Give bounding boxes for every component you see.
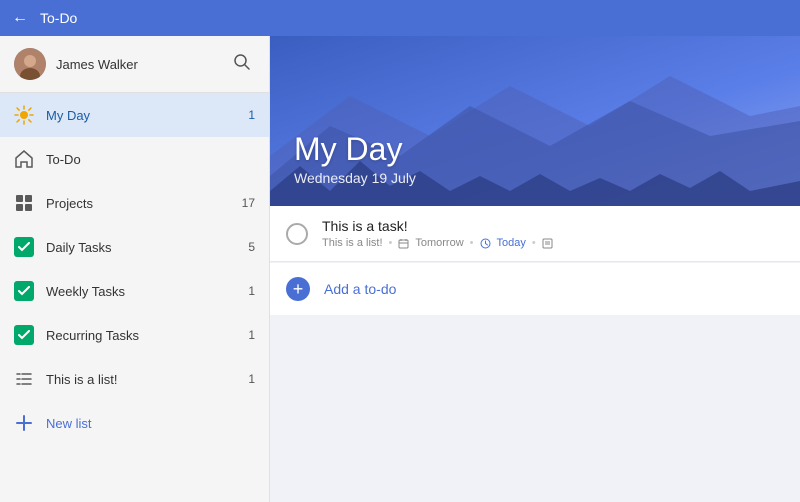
grid-icon: [14, 193, 34, 213]
main-layout: James Walker: [0, 36, 800, 502]
weekly-tasks-icon: [14, 281, 34, 301]
my-day-badge: 1: [237, 108, 255, 122]
sidebar-user: James Walker: [14, 48, 138, 80]
content-title: My Day: [294, 130, 776, 168]
back-button[interactable]: ←: [12, 9, 28, 27]
sidebar-item-weekly-tasks[interactable]: Weekly Tasks 1: [0, 269, 269, 313]
weekly-tasks-label: Weekly Tasks: [46, 284, 225, 299]
new-list-button[interactable]: New list: [0, 401, 269, 445]
recurring-tasks-badge: 1: [237, 328, 255, 342]
my-day-label: My Day: [46, 108, 225, 123]
task-due-label: Tomorrow: [415, 237, 463, 249]
sun-icon: [14, 105, 34, 125]
sidebar-item-projects[interactable]: Projects 17: [0, 181, 269, 225]
weekly-tasks-badge: 1: [237, 284, 255, 298]
home-icon: [14, 149, 34, 169]
meta-dot-1: •: [389, 237, 393, 249]
this-is-a-list-badge: 1: [237, 372, 255, 386]
avatar: [14, 48, 46, 80]
task-complete-circle[interactable]: [286, 223, 308, 245]
task-list-ref: This is a list!: [322, 237, 383, 249]
add-todo-label: Add a to-do: [324, 281, 396, 297]
plus-icon: [14, 413, 34, 433]
projects-badge: 17: [237, 196, 255, 210]
task-meta: This is a list! • Tomorrow •: [322, 237, 784, 249]
add-todo-row[interactable]: + Add a to-do: [270, 263, 800, 315]
add-todo-plus-icon: +: [286, 277, 310, 301]
content-header: My Day Wednesday 19 July: [270, 36, 800, 206]
task-today-label: Today: [497, 237, 526, 249]
task-list: This is a task! This is a list! •: [270, 206, 800, 502]
sidebar: James Walker: [0, 36, 270, 502]
search-button[interactable]: [229, 49, 255, 79]
recurring-tasks-label: Recurring Tasks: [46, 328, 225, 343]
sidebar-header: James Walker: [0, 36, 269, 93]
content-area: My Day Wednesday 19 July This is a task!…: [270, 36, 800, 502]
daily-tasks-label: Daily Tasks: [46, 240, 225, 255]
task-note-icon: [542, 238, 553, 249]
recurring-tasks-icon: [14, 325, 34, 345]
daily-tasks-badge: 5: [237, 240, 255, 254]
sidebar-item-my-day[interactable]: My Day 1: [0, 93, 269, 137]
task-today-icon: [480, 238, 491, 249]
table-row[interactable]: This is a task! This is a list! •: [270, 206, 800, 262]
new-list-label: New list: [46, 416, 255, 431]
list-lines-icon: [14, 369, 34, 389]
daily-tasks-icon: [14, 237, 34, 257]
sidebar-item-todo[interactable]: To-Do: [0, 137, 269, 181]
content-subtitle: Wednesday 19 July: [294, 170, 776, 186]
user-name: James Walker: [56, 57, 138, 72]
sidebar-item-this-is-a-list[interactable]: This is a list! 1: [0, 357, 269, 401]
todo-label: To-Do: [46, 152, 225, 167]
task-info: This is a task! This is a list! •: [322, 218, 784, 249]
meta-dot-3: •: [532, 237, 536, 249]
task-due-icon: [398, 238, 409, 249]
app-title: To-Do: [40, 10, 77, 26]
sidebar-item-recurring-tasks[interactable]: Recurring Tasks 1: [0, 313, 269, 357]
projects-label: Projects: [46, 196, 225, 211]
task-title: This is a task!: [322, 218, 784, 234]
top-bar: ← To-Do: [0, 0, 800, 36]
this-is-a-list-label: This is a list!: [46, 372, 225, 387]
meta-dot-2: •: [470, 237, 474, 249]
sidebar-item-daily-tasks[interactable]: Daily Tasks 5: [0, 225, 269, 269]
